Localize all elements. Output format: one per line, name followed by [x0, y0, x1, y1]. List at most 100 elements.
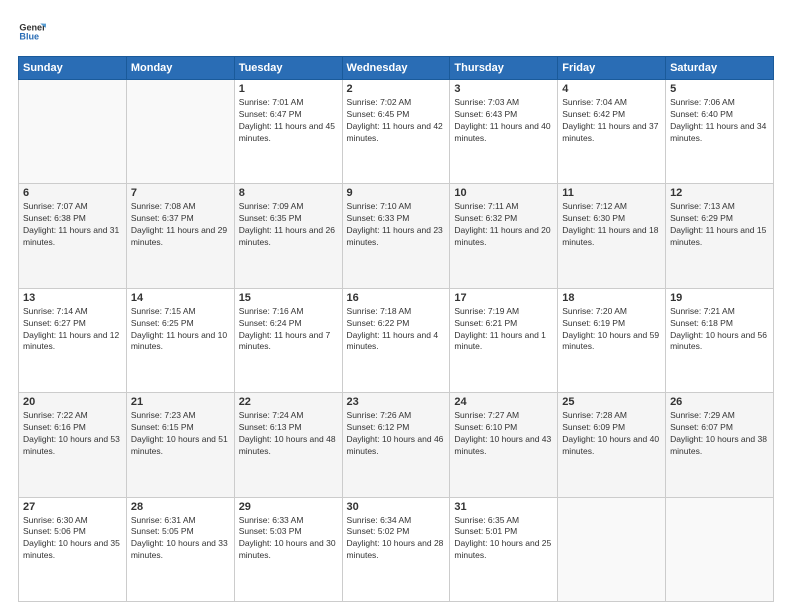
header: General Blue [18, 18, 774, 46]
calendar-cell: 16 Sunrise: 7:18 AM Sunset: 6:22 PM Dayli… [342, 288, 450, 392]
day-info: Sunrise: 7:26 AM Sunset: 6:12 PM Dayligh… [347, 410, 446, 458]
day-info: Sunrise: 7:15 AM Sunset: 6:25 PM Dayligh… [131, 306, 230, 354]
calendar-cell: 30Sunrise: 6:34 AM Sunset: 5:02 PM Dayli… [342, 497, 450, 601]
day-info: Sunrise: 6:33 AM Sunset: 5:03 PM Dayligh… [239, 515, 338, 563]
day-number: 22 [239, 396, 338, 408]
calendar-cell: 15Sunrise: 7:16 AM Sunset: 6:24 PM Dayli… [234, 288, 342, 392]
day-header-monday: Monday [126, 57, 234, 80]
day-number: 6 [23, 187, 122, 199]
day-number: 7 [131, 187, 230, 199]
calendar-cell: 4 Sunrise: 7:04 AM Sunset: 6:42 PM Daylig… [558, 80, 666, 184]
day-number: 9 [347, 187, 446, 199]
day-info: Sunrise: 7:07 AM Sunset: 6:38 PM Dayligh… [23, 201, 122, 249]
calendar-cell: 14 Sunrise: 7:15 AM Sunset: 6:25 PM Dayli… [126, 288, 234, 392]
day-info: Sunrise: 6:35 AM Sunset: 5:01 PM Dayligh… [454, 515, 553, 563]
calendar-cell: 26 Sunrise: 7:29 AM Sunset: 6:07 PM Dayli… [666, 393, 774, 497]
calendar-cell: 27Sunrise: 6:30 AM Sunset: 5:06 PM Dayli… [19, 497, 127, 601]
calendar-cell: 2Sunrise: 7:02 AM Sunset: 6:45 PM Daylig… [342, 80, 450, 184]
calendar-cell: 6 Sunrise: 7:07 AM Sunset: 6:38 PM Daylig… [19, 184, 127, 288]
svg-text:Blue: Blue [19, 32, 39, 42]
day-info: Sunrise: 7:29 AM Sunset: 6:07 PM Dayligh… [670, 410, 769, 458]
day-number: 16 [347, 292, 446, 304]
calendar-cell: 10 Sunrise: 7:11 AM Sunset: 6:32 PM Dayli… [450, 184, 558, 288]
day-info: Sunrise: 7:11 AM Sunset: 6:32 PM Dayligh… [454, 201, 553, 249]
day-number: 28 [131, 501, 230, 513]
logo-icon: General Blue [18, 18, 46, 46]
calendar-week-row: 1Sunrise: 7:01 AM Sunset: 6:47 PM Daylig… [19, 80, 774, 184]
day-number: 20 [23, 396, 122, 408]
calendar-cell: 11 Sunrise: 7:12 AM Sunset: 6:30 PM Dayli… [558, 184, 666, 288]
day-number: 19 [670, 292, 769, 304]
day-number: 8 [239, 187, 338, 199]
day-number: 21 [131, 396, 230, 408]
calendar-cell: 25Sunrise: 7:28 AM Sunset: 6:09 PM Dayli… [558, 393, 666, 497]
calendar-cell: 13 Sunrise: 7:14 AM Sunset: 6:27 PM Dayli… [19, 288, 127, 392]
calendar-cell: 21 Sunrise: 7:23 AM Sunset: 6:15 PM Dayli… [126, 393, 234, 497]
calendar-week-row: 27Sunrise: 6:30 AM Sunset: 5:06 PM Dayli… [19, 497, 774, 601]
day-info: Sunrise: 7:03 AM Sunset: 6:43 PM Dayligh… [454, 97, 553, 145]
day-number: 11 [562, 187, 661, 199]
day-info: Sunrise: 6:31 AM Sunset: 5:05 PM Dayligh… [131, 515, 230, 563]
day-info: Sunrise: 7:18 AM Sunset: 6:22 PM Dayligh… [347, 306, 446, 354]
day-number: 10 [454, 187, 553, 199]
calendar-header-row: SundayMondayTuesdayWednesdayThursdayFrid… [19, 57, 774, 80]
calendar-cell [126, 80, 234, 184]
calendar-cell: 5 Sunrise: 7:06 AM Sunset: 6:40 PM Daylig… [666, 80, 774, 184]
day-number: 12 [670, 187, 769, 199]
day-number: 26 [670, 396, 769, 408]
day-number: 31 [454, 501, 553, 513]
calendar-cell: 1Sunrise: 7:01 AM Sunset: 6:47 PM Daylig… [234, 80, 342, 184]
day-number: 18 [562, 292, 661, 304]
calendar-cell: 9 Sunrise: 7:10 AM Sunset: 6:33 PM Daylig… [342, 184, 450, 288]
day-number: 4 [562, 83, 661, 95]
day-header-sunday: Sunday [19, 57, 127, 80]
day-info: Sunrise: 7:23 AM Sunset: 6:15 PM Dayligh… [131, 410, 230, 458]
day-number: 29 [239, 501, 338, 513]
day-number: 13 [23, 292, 122, 304]
calendar-cell: 22Sunrise: 7:24 AM Sunset: 6:13 PM Dayli… [234, 393, 342, 497]
logo: General Blue [18, 18, 46, 46]
day-number: 5 [670, 83, 769, 95]
calendar-cell: 31 Sunrise: 6:35 AM Sunset: 5:01 PM Dayli… [450, 497, 558, 601]
day-info: Sunrise: 7:27 AM Sunset: 6:10 PM Dayligh… [454, 410, 553, 458]
calendar-cell: 8 Sunrise: 7:09 AM Sunset: 6:35 PM Daylig… [234, 184, 342, 288]
day-info: Sunrise: 7:19 AM Sunset: 6:21 PM Dayligh… [454, 306, 553, 354]
day-info: Sunrise: 7:09 AM Sunset: 6:35 PM Dayligh… [239, 201, 338, 249]
day-header-thursday: Thursday [450, 57, 558, 80]
calendar-cell [666, 497, 774, 601]
day-header-tuesday: Tuesday [234, 57, 342, 80]
day-info: Sunrise: 6:30 AM Sunset: 5:06 PM Dayligh… [23, 515, 122, 563]
calendar-cell: 17Sunrise: 7:19 AM Sunset: 6:21 PM Dayli… [450, 288, 558, 392]
calendar-week-row: 6 Sunrise: 7:07 AM Sunset: 6:38 PM Daylig… [19, 184, 774, 288]
calendar-cell: 28 Sunrise: 6:31 AM Sunset: 5:05 PM Dayli… [126, 497, 234, 601]
calendar-cell [558, 497, 666, 601]
day-info: Sunrise: 7:13 AM Sunset: 6:29 PM Dayligh… [670, 201, 769, 249]
calendar-week-row: 20Sunrise: 7:22 AM Sunset: 6:16 PM Dayli… [19, 393, 774, 497]
calendar-cell: 7Sunrise: 7:08 AM Sunset: 6:37 PM Daylig… [126, 184, 234, 288]
day-number: 2 [347, 83, 446, 95]
calendar-cell: 29 Sunrise: 6:33 AM Sunset: 5:03 PM Dayli… [234, 497, 342, 601]
calendar-cell: 18 Sunrise: 7:20 AM Sunset: 6:19 PM Dayli… [558, 288, 666, 392]
day-info: Sunrise: 7:10 AM Sunset: 6:33 PM Dayligh… [347, 201, 446, 249]
day-info: Sunrise: 7:14 AM Sunset: 6:27 PM Dayligh… [23, 306, 122, 354]
day-info: Sunrise: 7:20 AM Sunset: 6:19 PM Dayligh… [562, 306, 661, 354]
day-number: 14 [131, 292, 230, 304]
day-info: Sunrise: 6:34 AM Sunset: 5:02 PM Dayligh… [347, 515, 446, 563]
day-header-friday: Friday [558, 57, 666, 80]
calendar-week-row: 13 Sunrise: 7:14 AM Sunset: 6:27 PM Dayli… [19, 288, 774, 392]
day-number: 3 [454, 83, 553, 95]
day-info: Sunrise: 7:12 AM Sunset: 6:30 PM Dayligh… [562, 201, 661, 249]
day-info: Sunrise: 7:06 AM Sunset: 6:40 PM Dayligh… [670, 97, 769, 145]
calendar-cell: 12 Sunrise: 7:13 AM Sunset: 6:29 PM Dayli… [666, 184, 774, 288]
calendar-cell [19, 80, 127, 184]
day-info: Sunrise: 7:04 AM Sunset: 6:42 PM Dayligh… [562, 97, 661, 145]
day-info: Sunrise: 7:28 AM Sunset: 6:09 PM Dayligh… [562, 410, 661, 458]
calendar-cell: 3 Sunrise: 7:03 AM Sunset: 6:43 PM Daylig… [450, 80, 558, 184]
day-info: Sunrise: 7:21 AM Sunset: 6:18 PM Dayligh… [670, 306, 769, 354]
calendar-cell: 19 Sunrise: 7:21 AM Sunset: 6:18 PM Dayli… [666, 288, 774, 392]
calendar-cell: 20Sunrise: 7:22 AM Sunset: 6:16 PM Dayli… [19, 393, 127, 497]
day-header-wednesday: Wednesday [342, 57, 450, 80]
day-number: 1 [239, 83, 338, 95]
calendar-cell: 24Sunrise: 7:27 AM Sunset: 6:10 PM Dayli… [450, 393, 558, 497]
day-info: Sunrise: 7:16 AM Sunset: 6:24 PM Dayligh… [239, 306, 338, 354]
